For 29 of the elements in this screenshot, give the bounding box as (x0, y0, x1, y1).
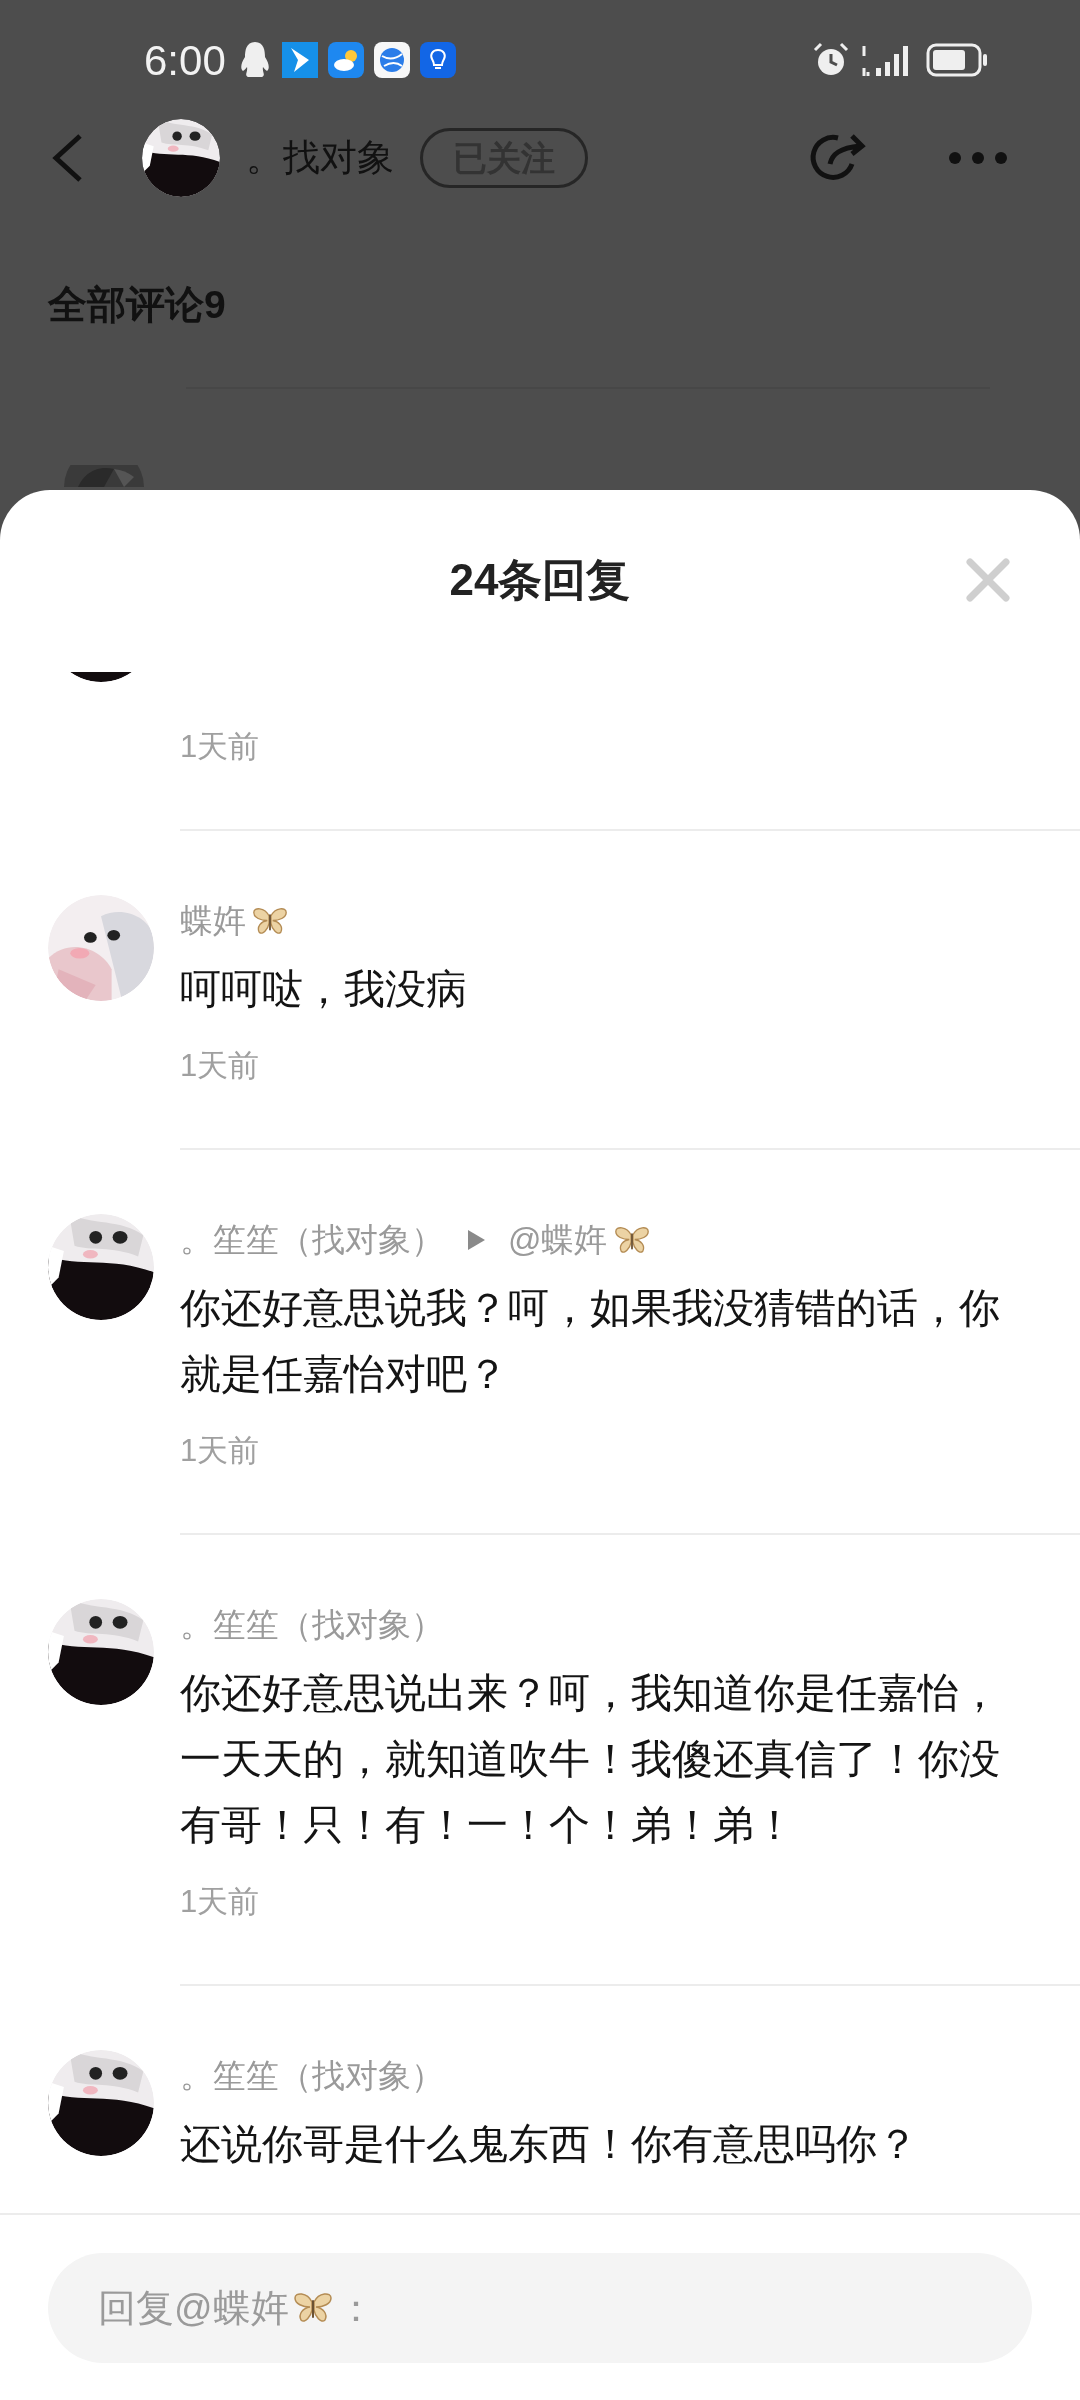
sheet-title: 24条回复 (449, 554, 631, 606)
comment-time: 1天前 (180, 728, 260, 766)
reply-placeholder: 回复@蝶姩 (98, 2285, 289, 2331)
comment-author[interactable]: 。笙笙（找对象） (180, 1599, 444, 1651)
reply-target[interactable]: @蝶姩 (508, 1214, 608, 1266)
comment-text: 你还好意思说出来？呵，我知道你是任嘉怡，一天天的，就知道吹牛！我傻还真信了！你没有哥！只！有！一！个！弟！弟！ (180, 1669, 1001, 1850)
comment-author[interactable]: 。笙笙（找对象） (180, 1214, 444, 1266)
comment-text: 还说你哥是什么鬼东西！你有意思吗你？ (180, 2120, 919, 2169)
comment-text: 你还好意思说我？呵，如果我没猜错的话，你就是任嘉怡对吧？ (180, 1284, 1001, 1399)
comment-time: 1天前 (180, 1883, 260, 1921)
reply-placeholder-suffix: ： (336, 2285, 375, 2331)
more-icon[interactable] (948, 150, 1008, 166)
section-title: 全部评论9 (47, 282, 227, 328)
globe-icon (373, 42, 410, 78)
close-icon[interactable] (966, 558, 1010, 602)
status-time: 6:00 (144, 35, 226, 86)
triangle-icon (466, 1229, 486, 1251)
back-icon[interactable] (50, 133, 84, 183)
comment-author[interactable]: 蝶姩 (180, 895, 246, 947)
bulb-icon (419, 42, 456, 78)
comment-time: 1天前 (180, 1047, 260, 1085)
comment-time: 1天前 (180, 1432, 260, 1470)
app-icon (281, 42, 318, 78)
battery-icon (926, 43, 988, 77)
comment-text: 呵呵哒，我没病 (180, 965, 468, 1014)
author-name[interactable]: 。找对象 (246, 130, 394, 186)
weather-icon (327, 42, 364, 78)
reply-field[interactable]: 回复@蝶姩 ： (48, 2253, 1032, 2363)
comment-author[interactable]: 。笙笙（找对象） (180, 2050, 444, 2102)
